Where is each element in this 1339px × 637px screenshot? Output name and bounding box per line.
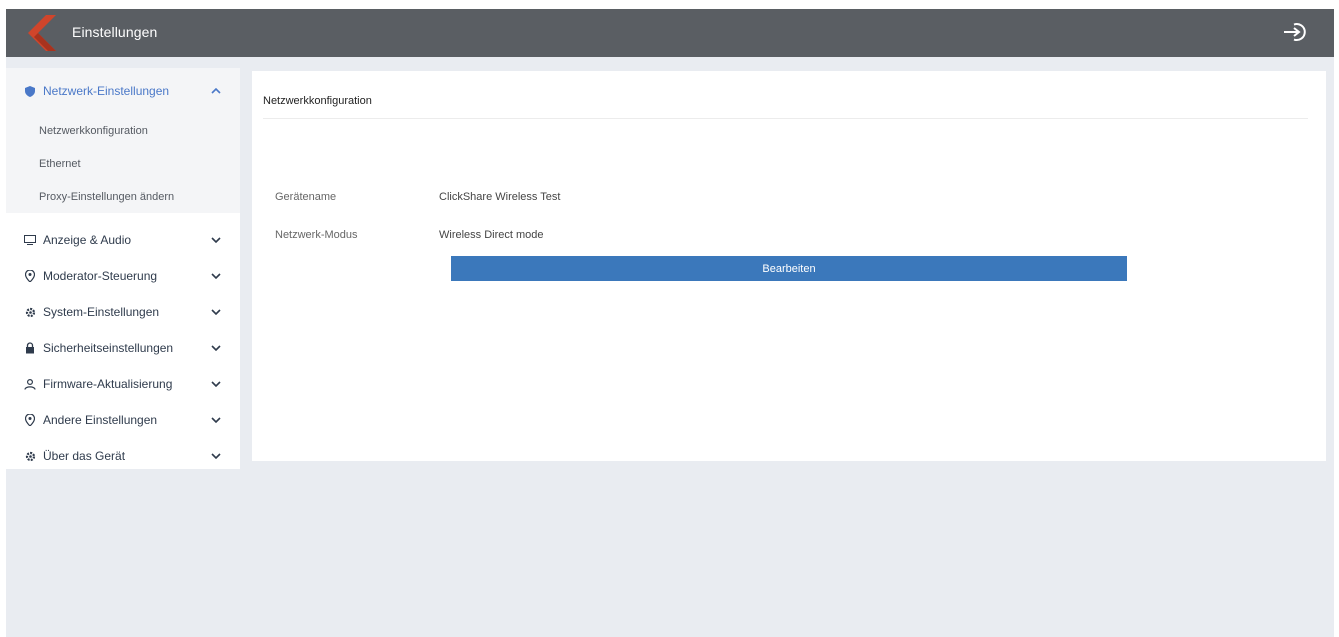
app-frame: Einstellungen Netzwerk-Einstellungen Net… [6,9,1334,637]
sidebar-item-label: Moderator-Steuerung [43,269,158,283]
top-bar: Einstellungen [6,9,1334,57]
sidebar-subnav: Netzwerkkonfiguration Ethernet Proxy-Ein… [6,114,240,213]
edit-button[interactable]: Bearbeiten [451,256,1127,281]
sidebar-item-display-audio[interactable]: Anzeige & Audio [6,222,240,258]
sidebar-item-firmware-update[interactable]: Firmware-Aktualisierung [6,366,240,402]
network-mode-value: Wireless Direct mode [439,229,544,241]
chevron-up-icon [210,85,222,97]
gear-icon [23,305,37,319]
monitor-icon [23,233,37,247]
subnav-item-network-configuration[interactable]: Netzwerkkonfiguration [6,115,240,147]
sidebar-item-label: System-Einstellungen [43,305,160,319]
page-title: Einstellungen [72,24,158,40]
sidebar-item-label: Sicherheitseinstellungen [43,341,174,355]
logout-icon [1282,20,1308,49]
chevron-down-icon [210,378,222,390]
chevron-down-icon [210,450,222,462]
device-name-label: Gerätename [275,191,337,203]
sidebar-item-moderator-control[interactable]: Moderator-Steuerung [6,258,240,294]
shield-icon [23,84,37,98]
gear-icon [23,449,37,463]
chevron-down-icon [210,306,222,318]
network-mode-label: Netzwerk-Modus [275,229,358,241]
panel-title: Netzwerkkonfiguration [263,95,372,107]
logout-button[interactable] [1278,19,1312,49]
device-name-value: ClickShare Wireless Test [439,191,561,203]
divider [263,118,1308,119]
lock-icon [23,341,37,355]
subnav-item-ethernet[interactable]: Ethernet [6,148,240,180]
chevron-down-icon [210,414,222,426]
sidebar-item-network-settings[interactable]: Netzwerk-Einstellungen [6,73,240,109]
sidebar-item-label: Firmware-Aktualisierung [43,377,173,391]
chevron-down-icon [210,234,222,246]
sidebar-item-system-settings[interactable]: System-Einstellungen [6,294,240,330]
sidebar-item-security-settings[interactable]: Sicherheitseinstellungen [6,330,240,366]
chevron-down-icon [210,270,222,282]
sidebar: Netzwerk-Einstellungen Netzwerkkonfigura… [6,68,240,469]
subnav-item-proxy-settings[interactable]: Proxy-Einstellungen ändern [6,181,240,213]
location-icon [23,269,37,283]
person-icon [23,377,37,391]
content-panel: Netzwerkkonfiguration Gerätename ClickSh… [252,71,1326,461]
sidebar-item-label: Andere Einstellungen [43,413,158,427]
sidebar-item-other-settings[interactable]: Andere Einstellungen [6,402,240,438]
sidebar-item-label: Anzeige & Audio [43,233,132,247]
location-icon [23,413,37,427]
brand-logo [24,15,64,51]
chevron-down-icon [210,342,222,354]
sidebar-item-label: Über das Gerät [43,449,126,463]
sidebar-item-about-device[interactable]: Über das Gerät [6,438,240,474]
sidebar-item-label: Netzwerk-Einstellungen [43,84,170,98]
